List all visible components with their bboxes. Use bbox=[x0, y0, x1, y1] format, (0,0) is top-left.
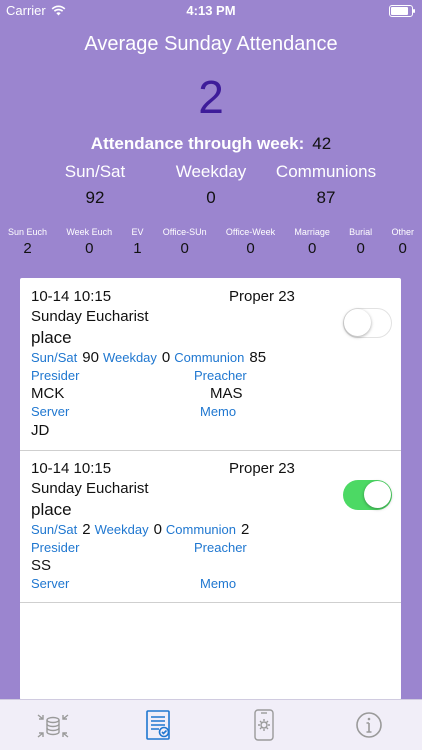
service-datetime: 10-14 10:15 bbox=[31, 288, 112, 305]
presider-label: Presider bbox=[31, 540, 80, 555]
service-proper: Proper 23 bbox=[229, 288, 295, 305]
phone-settings-icon bbox=[254, 709, 274, 741]
summary-label-sunsat: Sun/Sat bbox=[64, 162, 126, 181]
preacher-label: Preacher bbox=[194, 540, 247, 555]
service-datetime: 10-14 10:15 bbox=[31, 460, 112, 477]
summary-values: 92 0 87 bbox=[0, 188, 422, 208]
summary-labels: Sun/Sat Weekday Communions bbox=[0, 162, 422, 182]
summary-value-weekday: 0 bbox=[206, 188, 216, 207]
category-label: Marriage bbox=[294, 227, 330, 237]
service-place: place bbox=[31, 328, 72, 347]
category-value: 0 bbox=[307, 240, 317, 257]
service-list[interactable]: 10-14 10:15 Proper 23 Sunday Eucharist p… bbox=[20, 278, 401, 700]
category-label: Office-SUn bbox=[162, 227, 207, 237]
category-value: 0 bbox=[398, 240, 407, 257]
category-office-week: Office-Week 0 bbox=[226, 227, 275, 257]
service-counts: Sun/Sat 2 Weekday 0 Communion 2 bbox=[31, 521, 253, 538]
tab-services[interactable] bbox=[128, 705, 188, 745]
category-label: Week Euch bbox=[66, 227, 113, 237]
summary-label-communions: Communions bbox=[275, 162, 377, 181]
weekday-value: 0 bbox=[153, 521, 162, 538]
weekday-label: Weekday bbox=[94, 522, 149, 537]
preacher-label: Preacher bbox=[194, 368, 247, 383]
service-place: place bbox=[31, 500, 72, 519]
summary-label-weekday: Weekday bbox=[175, 162, 247, 181]
memo-label: Memo bbox=[200, 404, 237, 419]
info-icon bbox=[356, 712, 383, 738]
service-card[interactable]: 10-14 10:15 Proper 23 Sunday Eucharist p… bbox=[20, 278, 401, 451]
category-value: 0 bbox=[85, 240, 94, 257]
category-value: 2 bbox=[23, 240, 32, 257]
service-card[interactable]: 10-14 10:15 Proper 23 Sunday Eucharist p… bbox=[20, 450, 401, 603]
status-time: 4:13 PM bbox=[186, 3, 236, 18]
memo-label: Memo bbox=[200, 576, 237, 591]
category-office-sun: Office-SUn 0 bbox=[163, 227, 207, 257]
average-attendance-value: 2 bbox=[198, 71, 224, 123]
week-attendance: Attendance through week: 42 bbox=[0, 134, 422, 154]
category-label: Burial bbox=[349, 227, 373, 237]
summary-value-sunsat: 92 bbox=[85, 188, 105, 207]
tab-sync[interactable] bbox=[23, 705, 83, 745]
communion-value: 2 bbox=[241, 521, 250, 538]
category-value: 0 bbox=[180, 240, 189, 257]
category-value: 0 bbox=[246, 240, 255, 257]
category-breakdown: Sun Euch 2 Week Euch 0 EV 1 Office-SUn 0 Off… bbox=[0, 227, 422, 257]
service-type: Sunday Eucharist bbox=[31, 480, 149, 497]
service-toggle-switch[interactable] bbox=[343, 308, 392, 338]
communion-label: Communion bbox=[174, 350, 245, 365]
page-title: Average Sunday Attendance bbox=[84, 33, 338, 55]
tab-bar bbox=[0, 699, 422, 750]
presider-label: Presider bbox=[31, 368, 80, 383]
status-bar: Carrier 4:13 PM bbox=[0, 0, 422, 22]
server-value: JD bbox=[31, 422, 50, 439]
service-type: Sunday Eucharist bbox=[31, 308, 149, 325]
category-marriage: Marriage 0 bbox=[294, 227, 330, 257]
sunsat-value: 2 bbox=[82, 521, 91, 538]
category-sun-euch: Sun Euch 2 bbox=[8, 227, 47, 257]
category-label: EV bbox=[131, 227, 144, 237]
weekday-label: Weekday bbox=[102, 350, 157, 365]
category-value: 0 bbox=[356, 240, 365, 257]
toggle-knob bbox=[364, 481, 391, 508]
category-other: Other 0 bbox=[391, 227, 414, 257]
week-attendance-value: 42 bbox=[312, 134, 332, 153]
service-proper: Proper 23 bbox=[229, 460, 295, 477]
communion-label: Communion bbox=[165, 522, 237, 537]
category-week-euch: Week Euch 0 bbox=[66, 227, 112, 257]
database-sync-icon bbox=[37, 714, 69, 738]
server-label: Server bbox=[31, 404, 70, 419]
category-label: Other bbox=[391, 227, 414, 237]
presider-value: SS bbox=[31, 557, 52, 574]
checklist-document-icon bbox=[146, 710, 171, 740]
weekday-value: 0 bbox=[161, 349, 171, 366]
category-value: 1 bbox=[133, 240, 142, 257]
service-counts: Sun/Sat 90 Weekday 0 Communion 85 bbox=[31, 349, 270, 366]
sunsat-label: Sun/Sat bbox=[31, 350, 78, 365]
service-toggle-switch[interactable] bbox=[343, 480, 392, 510]
week-attendance-label: Attendance through week: bbox=[90, 134, 305, 153]
summary-value-communions: 87 bbox=[316, 188, 336, 207]
tab-settings[interactable] bbox=[234, 705, 294, 745]
sunsat-value: 90 bbox=[82, 349, 99, 366]
sunsat-label: Sun/Sat bbox=[31, 522, 78, 537]
communion-value: 85 bbox=[249, 349, 267, 366]
category-ev: EV 1 bbox=[131, 227, 143, 257]
category-label: Office-Week bbox=[225, 227, 276, 237]
tab-info[interactable] bbox=[339, 705, 399, 745]
category-burial: Burial 0 bbox=[349, 227, 372, 257]
battery-icon bbox=[389, 5, 415, 17]
presider-value: MCK bbox=[31, 385, 65, 402]
toggle-knob bbox=[344, 309, 371, 336]
preacher-value: MAS bbox=[210, 385, 243, 402]
category-label: Sun Euch bbox=[8, 227, 48, 237]
server-label: Server bbox=[31, 576, 70, 591]
